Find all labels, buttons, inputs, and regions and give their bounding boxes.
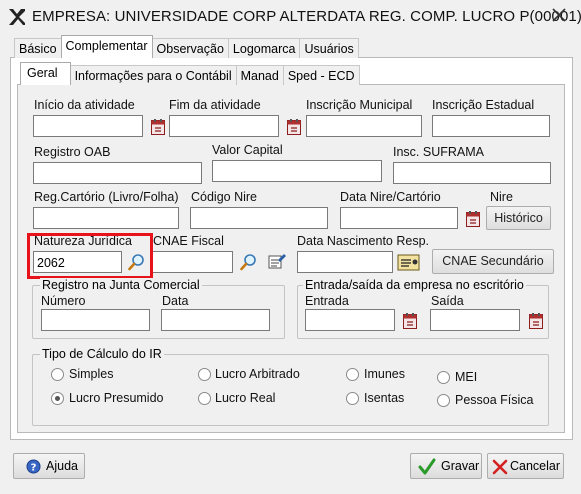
reg-cartorio-field[interactable] [33,207,179,229]
saida-label: Saída [431,294,464,308]
cnae-fiscal-field[interactable] [152,251,233,273]
radio-lucro-real-label[interactable]: Lucro Real [215,391,275,405]
calendar-icon[interactable] [466,211,480,227]
valor-capital-label: Valor Capital [212,143,283,157]
inscricao-estadual-label: Inscrição Estadual [432,98,535,112]
junta-data-label: Data [162,294,189,308]
edit-list-icon[interactable] [267,251,287,271]
ajuda-button[interactable]: ? Ajuda [13,453,85,479]
calendar-icon[interactable] [403,313,417,329]
cancelar-button[interactable]: Cancelar [487,453,564,479]
insc-suframa-field[interactable] [393,162,551,184]
data-nascimento-label: Data Nascimento Resp. [297,234,430,248]
contact-card-icon[interactable] [397,251,421,273]
junta-numero-label: Número [41,294,86,308]
gravar-label: Gravar [441,459,480,473]
svg-text:?: ? [31,463,37,474]
registro-oab-label: Registro OAB [34,145,111,159]
cancel-x-icon [492,459,508,475]
codigo-nire-label: Código Nire [191,190,258,204]
calendar-icon[interactable] [151,119,165,135]
search-icon[interactable] [239,252,259,272]
radio-mei[interactable] [437,371,450,384]
natureza-juridica-highlight [27,233,153,279]
codigo-nire-field[interactable] [190,207,328,229]
calculo-ir-title: Tipo de Cálculo do IR [40,347,164,361]
calculo-ir-group [32,354,549,426]
fim-atividade-field[interactable] [169,115,279,137]
inscricao-municipal-label: Inscrição Municipal [306,98,413,112]
inscricao-estadual-field[interactable] [432,115,550,137]
inicio-atividade-label: Início da atividade [34,98,135,112]
calendar-icon[interactable] [529,313,543,329]
historico-button[interactable]: Histórico [486,206,551,230]
nire-label: Nire [490,190,513,204]
close-button[interactable] [540,2,578,28]
radio-lucro-presumido-label[interactable]: Lucro Presumido [69,391,164,405]
radio-simples-label[interactable]: Simples [69,367,113,381]
sub-tabs: Geral Informações para o Contábil Manad … [20,62,360,85]
cnae-secundario-button[interactable]: CNAE Secundário [432,249,554,274]
entrada-saida-title: Entrada/saída da empresa no escritório [303,278,526,292]
calendar-icon[interactable] [287,119,301,135]
app-logo-icon [9,9,25,25]
junta-comercial-title: Registro na Junta Comercial [40,278,202,292]
radio-isentas-label[interactable]: Isentas [364,391,404,405]
radio-simples[interactable] [51,368,64,381]
ajuda-label: Ajuda [46,459,78,473]
fim-atividade-label: Fim da atividade [169,98,261,112]
main-tabs: Básico Complementar Observação Logomarca… [14,35,359,58]
radio-lucro-real[interactable] [198,392,211,405]
reg-cartorio-label: Reg.Cartório (Livro/Folha) [34,190,179,204]
tab-logomarca[interactable]: Logomarca [227,38,301,58]
data-nascimento-field[interactable] [297,251,393,273]
data-nire-field[interactable] [340,207,458,229]
tab-manad[interactable]: Manad [235,65,284,85]
close-icon [552,8,566,22]
radio-lucro-arbitrado[interactable] [198,368,211,381]
window-title: EMPRESA: UNIVERSIDADE CORP ALTERDATA REG… [32,8,581,25]
radio-mei-label[interactable]: MEI [455,370,477,384]
radio-imunes-label[interactable]: Imunes [364,367,405,381]
saida-field[interactable] [430,309,520,331]
tab-observacao[interactable]: Observação [151,38,229,58]
cancelar-label: Cancelar [510,459,561,473]
entrada-label: Entrada [305,294,349,308]
radio-isentas[interactable] [346,392,359,405]
junta-data-field[interactable] [161,309,270,331]
data-nire-label: Data Nire/Cartório [340,190,441,204]
title-bar: EMPRESA: UNIVERSIDADE CORP ALTERDATA REG… [0,0,581,32]
help-icon: ? [26,459,41,474]
check-icon [418,458,436,475]
radio-pessoa-fisica[interactable] [437,394,450,407]
valor-capital-field[interactable] [212,160,382,182]
inicio-atividade-field[interactable] [33,115,143,137]
tab-sped-ecd[interactable]: Sped - ECD [282,65,360,85]
entrada-field[interactable] [305,309,395,331]
gravar-button[interactable]: Gravar [410,453,482,479]
inscricao-municipal-field[interactable] [306,115,422,137]
radio-lucro-arbitrado-label[interactable]: Lucro Arbitrado [215,367,300,381]
tab-usuarios[interactable]: Usuários [299,38,359,58]
empresa-window: EMPRESA: UNIVERSIDADE CORP ALTERDATA REG… [0,0,581,494]
tab-geral[interactable]: Geral [20,62,71,85]
radio-lucro-presumido[interactable] [51,392,64,405]
junta-numero-field[interactable] [41,309,150,331]
radio-imunes[interactable] [346,368,359,381]
cnae-fiscal-label: CNAE Fiscal [153,234,224,248]
tab-complementar[interactable]: Complementar [60,35,153,58]
radio-pessoa-fisica-label[interactable]: Pessoa Física [455,393,534,407]
insc-suframa-label: Insc. SUFRAMA [393,145,484,159]
registro-oab-field[interactable] [33,162,202,184]
tab-basico[interactable]: Básico [14,38,62,58]
tab-informacoes-contabil[interactable]: Informações para o Contábil [69,65,237,85]
